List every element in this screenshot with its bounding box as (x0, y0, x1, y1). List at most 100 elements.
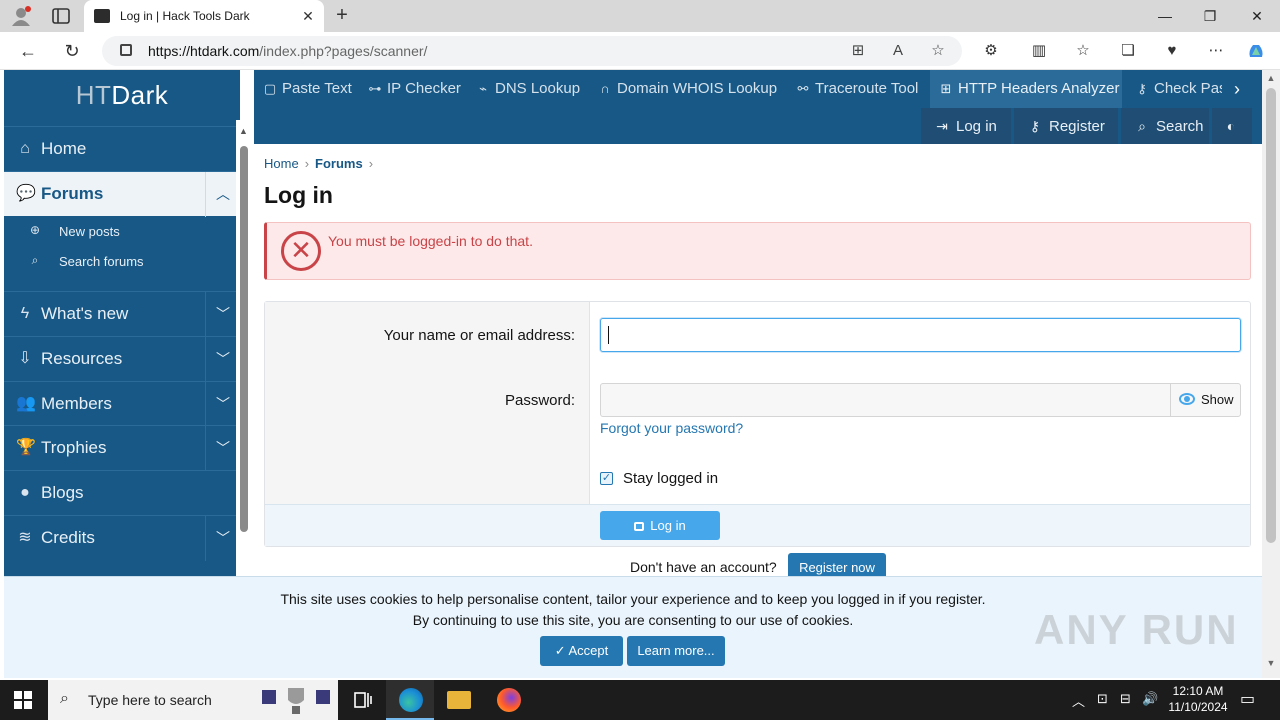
bolt-icon: ϟ (20, 305, 30, 322)
device-icon[interactable]: ⊡ (1097, 691, 1108, 707)
nav-tab-domain-whois[interactable]: ∩ Domain WHOIS Lookup (589, 70, 777, 108)
browser-tab-active[interactable]: Log in | Hack Tools Dark ✕ (84, 0, 324, 32)
show-password-label: Show (1201, 392, 1234, 407)
forums-icon: 💬 (16, 185, 36, 202)
show-password-button[interactable]: Show (1170, 384, 1240, 416)
satellite-icon: ⌁ (479, 81, 487, 96)
cookie-learn-more-button[interactable]: Learn more... (627, 636, 725, 666)
chevron-down-icon[interactable]: ﹀ (205, 516, 240, 561)
home-icon: ⌂ (20, 140, 30, 157)
collections-icon[interactable]: ❏ (1118, 41, 1138, 61)
password-input[interactable]: Show (600, 383, 1241, 417)
login-submit-button[interactable]: Log in (600, 511, 720, 540)
sidebar-item-home[interactable]: ⌂ Home (4, 126, 240, 171)
lock-icon (634, 522, 645, 531)
refresh-icon[interactable]: ↻ (61, 40, 83, 62)
sidebar-subitem-search-forums[interactable]: ⌕ Search forums (4, 247, 240, 275)
style-variation-button[interactable]: ◐ (1212, 108, 1252, 144)
nav-tab-paste-text[interactable]: ▢ Paste Text (254, 70, 352, 108)
profile-icon[interactable] (10, 6, 32, 26)
chevron-right-icon[interactable]: › (1222, 70, 1252, 108)
edge-taskbar-icon[interactable] (386, 680, 434, 720)
search-icon: ⌕ (31, 253, 39, 267)
favorite-star-icon[interactable]: ☆ (928, 41, 948, 61)
stay-logged-in-checkbox[interactable]: ✓ (600, 472, 613, 485)
chevron-right-icon: › (304, 156, 310, 171)
page-scroll-thumb[interactable] (1266, 88, 1276, 543)
chevron-down-icon[interactable]: ﹀ (205, 382, 240, 427)
error-notice: ✕ You must be logged-in to do that. (264, 222, 1251, 280)
chevron-down-icon[interactable]: ﹀ (205, 337, 240, 382)
sidebar-item-credits[interactable]: ≋ Credits ﹀ (4, 515, 240, 561)
url-text[interactable]: https://htdark.com/index.php?pages/scann… (148, 43, 427, 59)
breadcrumb-home[interactable]: Home (264, 156, 299, 171)
nav-tab-http-headers[interactable]: ⊞ HTTP Headers Analyzer (930, 70, 1122, 108)
scroll-down-icon[interactable]: ▼ (1265, 658, 1277, 668)
login-link[interactable]: ⇥ Log in (921, 108, 1011, 144)
coins-icon: ≋ (18, 529, 32, 546)
sidebar-item-forums[interactable]: 💬 Forums ︿ (4, 171, 240, 217)
nav-tab-dns-lookup[interactable]: ⌁ DNS Lookup (467, 70, 580, 108)
cookie-accept-button[interactable]: ✓ Accept (540, 636, 623, 666)
task-view-icon[interactable] (338, 680, 386, 720)
forgot-password-link[interactable]: Forgot your password? (600, 420, 743, 436)
nav-tab-traceroute[interactable]: ⚯ Traceroute Tool (787, 70, 919, 108)
sidebar-item-members[interactable]: 👥 Members ﹀ (4, 381, 240, 427)
sidebar-item-blogs[interactable]: ● Blogs (4, 470, 240, 515)
app-available-icon[interactable]: ⊞ (848, 41, 868, 61)
sign-in-icon: ⇥ (936, 118, 948, 134)
top-navigation: ▢ Paste Text ⊶ IP Checker ⌁ DNS Lookup ∩ Dom… (254, 70, 1262, 144)
close-window-icon[interactable]: ✕ (1247, 6, 1267, 26)
chevron-down-icon[interactable]: ﹀ (205, 426, 240, 471)
sidebar-item-resources[interactable]: ⇩ Resources ﹀ (4, 336, 240, 382)
system-clock[interactable]: 12:10 AM 11/10/2024 (1160, 683, 1236, 715)
eye-icon (1179, 393, 1195, 405)
nav-tab-check-password[interactable]: ⚷ Check Pas (1126, 70, 1222, 108)
close-tab-icon[interactable]: ✕ (300, 8, 316, 24)
register-link[interactable]: ⚷ Register (1014, 108, 1118, 144)
minimize-icon[interactable]: — (1155, 6, 1175, 26)
extensions-icon[interactable]: ⚙ (981, 41, 1001, 61)
notifications-icon[interactable]: ▭ (1240, 689, 1255, 709)
username-input[interactable] (600, 318, 1241, 352)
network-icon[interactable]: ⊟ (1120, 691, 1131, 707)
check-icon: ✓ (554, 643, 569, 658)
sidebar-scrollbar[interactable]: ▲ (236, 120, 254, 580)
chevron-down-icon[interactable]: ﹀ (205, 292, 240, 337)
search-link[interactable]: ⌕ Search (1121, 108, 1209, 144)
stay-logged-in-label[interactable]: Stay logged in (623, 470, 718, 487)
scroll-up-icon[interactable]: ▲ (239, 126, 248, 136)
sidebar-item-label: Home (41, 139, 87, 158)
scroll-up-icon[interactable]: ▲ (1265, 73, 1277, 83)
volume-icon[interactable]: 🔊 (1142, 691, 1158, 707)
sidebar-scroll-thumb[interactable] (240, 146, 248, 532)
copilot-icon[interactable] (1246, 41, 1266, 61)
page-scrollbar[interactable]: ▲ ▼ (1262, 70, 1280, 678)
new-tab-icon[interactable]: + (332, 5, 352, 25)
windows-start-icon[interactable] (14, 691, 32, 709)
tab-actions-icon[interactable] (50, 6, 72, 26)
restore-icon[interactable]: ❐ (1200, 6, 1220, 26)
key-icon: ⚷ (1137, 81, 1147, 96)
more-menu-icon[interactable]: ⋯ (1206, 41, 1226, 61)
form-footer: Log in (265, 504, 1250, 546)
performance-icon[interactable]: ♥ (1162, 41, 1182, 61)
firefox-icon[interactable] (484, 680, 532, 720)
sidebar-item-trophies[interactable]: 🏆 Trophies ﹀ (4, 425, 240, 471)
file-explorer-icon[interactable] (434, 680, 482, 720)
breadcrumb-forums[interactable]: Forums (315, 156, 363, 171)
split-screen-icon[interactable]: ▥ (1029, 41, 1049, 61)
chevron-up-icon[interactable]: ︿ (205, 172, 240, 217)
sidebar-item-whats-new[interactable]: ϟ What's new ﹀ (4, 291, 240, 337)
favorites-icon[interactable]: ☆ (1073, 41, 1093, 61)
read-aloud-icon[interactable]: A (888, 41, 908, 61)
sidebar-subitem-new-posts[interactable]: ⊕ New posts (4, 217, 240, 245)
binoculars-icon: ∩ (600, 81, 610, 96)
back-icon[interactable]: ← (17, 40, 39, 62)
taskbar-search-box[interactable]: ⌕ Type here to search (48, 680, 338, 720)
sidebar-subitem-label: Search forums (59, 254, 144, 269)
address-bar[interactable]: https://htdark.com/index.php?pages/scann… (102, 36, 962, 66)
show-hidden-icons-icon[interactable]: ︿ (1072, 691, 1085, 710)
site-logo[interactable]: HTDark (4, 70, 240, 126)
nav-tab-ip-checker[interactable]: ⊶ IP Checker (359, 70, 461, 108)
